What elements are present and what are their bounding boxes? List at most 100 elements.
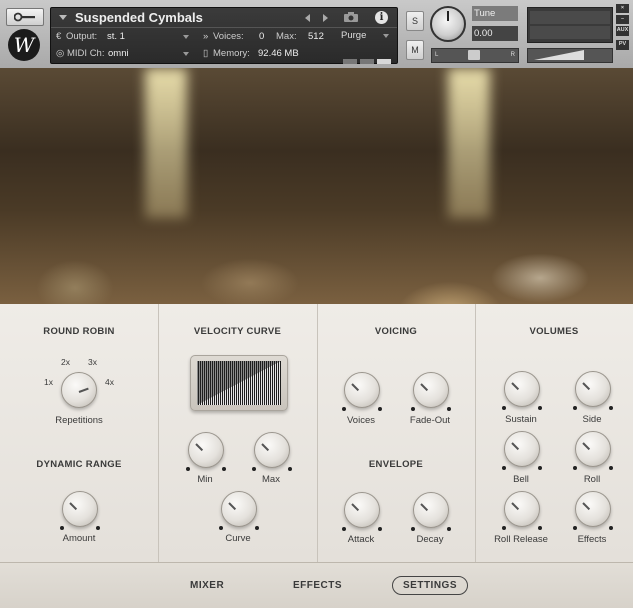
knob-max-dot	[255, 526, 259, 530]
min-knob[interactable]	[186, 432, 226, 471]
instrument-photo	[0, 68, 633, 304]
roll-knob[interactable]	[573, 431, 613, 470]
knob-max-dot	[538, 526, 542, 530]
bottom-nav: MIXER EFFECTS SETTINGS	[0, 562, 633, 608]
knob-max-dot	[378, 407, 382, 411]
curve-label: Curve	[225, 533, 251, 544]
solo-button[interactable]: S	[406, 11, 424, 31]
tab-effects[interactable]: EFFECTS	[293, 580, 342, 591]
next-instrument-icon[interactable]	[323, 14, 328, 22]
aux-button[interactable]: AUX	[616, 26, 629, 36]
knob-max-dot	[447, 527, 451, 531]
rr-option-2x[interactable]: 2x	[61, 357, 70, 367]
knob-min-dot	[502, 466, 506, 470]
camera-icon[interactable]	[343, 11, 359, 23]
mute-button[interactable]: M	[406, 40, 424, 60]
knob-min-dot	[411, 407, 415, 411]
memory-icon: ▯	[203, 48, 209, 59]
info-icon[interactable]: i	[375, 11, 388, 24]
light-beam	[448, 68, 490, 218]
knob-max-dot	[222, 467, 226, 471]
fade-out-knob[interactable]	[411, 372, 451, 411]
knob-max-dot	[538, 466, 542, 470]
knob-max-dot	[609, 466, 613, 470]
envelope-title: ENVELOPE	[368, 459, 424, 470]
pan-right-label: R	[510, 52, 515, 58]
max-label: Max:	[276, 31, 297, 42]
settings-panel: ROUND ROBIN 2x 3x 1x 4x Repetitions DYNA…	[0, 304, 633, 562]
volume-slider-fill	[534, 50, 584, 60]
pan-slider[interactable]: L R	[431, 48, 519, 63]
output-select[interactable]: st. 1	[107, 31, 125, 42]
volume-slider[interactable]	[527, 48, 613, 63]
pan-left-label: L	[435, 52, 439, 58]
knob-min-dot	[573, 526, 577, 530]
tab-settings[interactable]: SETTINGS	[392, 576, 469, 595]
rr-option-3x[interactable]: 3x	[88, 357, 97, 367]
dynamic-range-title: DYNAMIC RANGE	[36, 459, 122, 470]
bell-knob[interactable]	[502, 431, 542, 470]
repetitions-knob[interactable]	[61, 372, 97, 408]
minimize-button[interactable]: –	[616, 15, 629, 24]
knob-max-dot	[609, 406, 613, 410]
side-knob[interactable]	[573, 371, 613, 410]
effects-knob-label: Effects	[577, 534, 607, 545]
tune-knob[interactable]	[430, 6, 466, 42]
max-knob[interactable]	[252, 432, 292, 471]
chevron-down-icon[interactable]	[183, 52, 189, 56]
rr-option-1x[interactable]: 1x	[44, 377, 53, 387]
memory-value: 92.46 MB	[258, 48, 299, 59]
output-label: Output:	[66, 31, 98, 42]
divider	[51, 27, 397, 28]
knob-min-dot	[411, 527, 415, 531]
midi-channel-select[interactable]: omni	[108, 48, 129, 59]
voicing-column: VOICING ENVELOPE	[317, 304, 476, 562]
rr-option-4x[interactable]: 4x	[105, 377, 114, 387]
pv-button[interactable]: PV	[616, 40, 629, 50]
attack-knob[interactable]	[342, 492, 382, 531]
purge-dropdown[interactable]: Purge	[341, 30, 389, 41]
sustain-knob[interactable]	[502, 371, 542, 410]
prev-instrument-icon[interactable]	[305, 14, 310, 22]
meter-segment	[343, 59, 357, 64]
knob-min-dot	[502, 526, 506, 530]
close-button[interactable]: ×	[616, 4, 629, 13]
chevron-down-icon[interactable]	[183, 35, 189, 39]
collapse-triangle-icon[interactable]	[59, 15, 67, 20]
pan-slider-thumb[interactable]	[468, 50, 480, 60]
amount-knob[interactable]	[60, 491, 100, 530]
velocity-curve-title: VELOCITY CURVE	[193, 326, 282, 337]
round-robin-column: ROUND ROBIN 2x 3x 1x 4x Repetitions DYNA…	[0, 304, 159, 562]
max-voices-value[interactable]: 512	[308, 31, 324, 42]
curve-knob[interactable]	[219, 491, 259, 530]
volumes-title: VOLUMES	[529, 326, 579, 337]
knob-min-dot	[60, 526, 64, 530]
knob-min-dot	[186, 467, 190, 471]
roll-release-knob[interactable]	[502, 491, 542, 530]
voices-knob[interactable]	[342, 372, 382, 411]
wrench-icon	[14, 12, 35, 22]
knob-max-dot	[96, 526, 100, 530]
volumes-column: VOLUMES	[475, 304, 633, 562]
light-beam	[145, 68, 187, 218]
knob-min-dot	[342, 527, 346, 531]
decay-knob[interactable]	[411, 492, 451, 531]
effects-knob[interactable]	[573, 491, 613, 530]
instrument-name[interactable]: Suspended Cymbals	[75, 10, 203, 25]
fade-out-label: Fade-Out	[409, 415, 451, 426]
wrench-button[interactable]	[6, 8, 44, 26]
tab-mixer[interactable]: MIXER	[190, 580, 224, 591]
knob-min-dot	[573, 406, 577, 410]
purge-label: Purge	[341, 30, 367, 41]
brand-logo: W	[8, 29, 40, 61]
output-icon: €	[56, 31, 62, 42]
knob-min-dot	[502, 406, 506, 410]
window-buttons: × – AUX PV	[616, 4, 629, 52]
velocity-curve-graph	[197, 361, 281, 405]
velocity-curve-icon	[197, 361, 281, 405]
midi-icon: ◎	[56, 48, 65, 59]
tune-value[interactable]: 0.00	[472, 26, 518, 41]
velocity-curve-display[interactable]	[190, 355, 288, 411]
title-row: Suspended Cymbals i	[51, 8, 397, 28]
level-meter-right	[530, 26, 610, 39]
